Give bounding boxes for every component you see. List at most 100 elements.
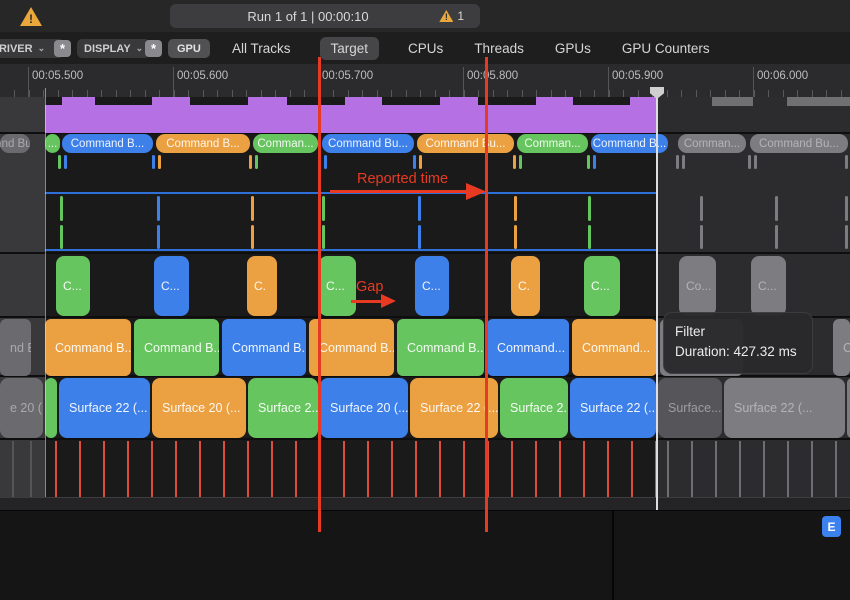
compute-block[interactable]: C... — [319, 256, 356, 316]
ruler-minor-tick — [551, 90, 552, 97]
encoder-tick-bottom — [157, 225, 160, 249]
encoder-tick-top — [700, 196, 703, 221]
track-tabs: All Tracks Target CPUs Threads GPUs GPU Count… — [230, 32, 712, 64]
driver-star-button[interactable]: * — [54, 40, 71, 57]
e-filter-badge[interactable]: E — [822, 516, 841, 537]
compute-block[interactable]: C... — [154, 256, 189, 316]
vsync-tick — [103, 441, 105, 497]
ruler-minor-tick — [667, 90, 668, 97]
command-buffer-block[interactable]: Command Bu... — [417, 134, 514, 153]
command-block[interactable]: Command B... — [309, 319, 394, 376]
time-ruler[interactable]: 00:05.50000:05.60000:05.70000:05.80000:0… — [0, 64, 850, 98]
command-buffer-boundary-tick — [513, 155, 516, 169]
compute-block[interactable]: Co... — [679, 256, 716, 316]
ruler-time-label: 00:05.500 — [32, 70, 83, 82]
command-buffer-block[interactable]: Command Bu... — [322, 134, 414, 153]
command-block[interactable]: Command... — [487, 319, 569, 376]
command-buffer-boundary-tick — [748, 155, 751, 169]
ruler-minor-tick — [275, 90, 276, 97]
vsync-tick-dimmed — [739, 441, 741, 497]
compute-block[interactable]: C... — [415, 256, 449, 316]
command-buffer-boundary-tick — [754, 155, 757, 169]
surface-block[interactable]: Surface 20 (... — [152, 378, 246, 438]
command-buffer-block[interactable]: Comman... — [678, 134, 746, 153]
command-buffer-boundary-tick — [413, 155, 416, 169]
vsync-tick-dimmed — [691, 441, 693, 497]
command-block[interactable]: Command... — [572, 319, 657, 376]
surface-block[interactable]: Surface 20 (... — [320, 378, 408, 438]
display-dropdown[interactable]: DISPLAY ⌄ — [77, 39, 150, 58]
command-block[interactable]: Command B... — [134, 319, 219, 376]
vsync-tick-dimmed — [787, 441, 789, 497]
command-buffer-boundary-tick — [676, 155, 679, 169]
display-star-button[interactable]: * — [145, 40, 162, 57]
compute-block[interactable]: C... — [56, 256, 90, 316]
command-buffer-block[interactable]: Comman... — [253, 134, 318, 153]
command-buffer-block[interactable]: Comman... — [517, 134, 588, 153]
warning-icon: ! — [439, 10, 453, 22]
command-block[interactable]: Command B... — [45, 319, 131, 376]
warning-count-badge[interactable]: ! 1 — [439, 9, 464, 23]
command-buffer-block[interactable]: ... — [45, 134, 60, 153]
command-block[interactable]: Co... — [833, 319, 850, 376]
ruler-minor-tick — [435, 90, 436, 97]
surface-block[interactable]: Surface 22 (... — [724, 378, 845, 438]
command-buffer-block[interactable]: Command Bu... — [750, 134, 848, 153]
vsync-tick — [151, 441, 153, 497]
surface-block[interactable] — [45, 378, 57, 438]
surface-block[interactable]: Surface... — [658, 378, 722, 438]
vsync-tick — [343, 441, 345, 497]
ruler-minor-tick — [768, 90, 769, 97]
filter-tooltip-duration: Duration: 427.32 ms — [675, 342, 801, 362]
command-buffer-block[interactable]: Command B... — [62, 134, 153, 153]
surface-block[interactable]: Surface 22 (... — [59, 378, 150, 438]
ruler-minor-tick — [725, 90, 726, 97]
tab-threads[interactable]: Threads — [472, 37, 526, 60]
vsync-tick — [175, 441, 177, 497]
encoder-tick-bottom — [251, 225, 254, 249]
encoder-track-bottom-border — [45, 249, 657, 251]
compute-block[interactable]: C. — [511, 256, 540, 316]
ruler-minor-tick — [304, 90, 305, 97]
gap-annotation: Gap — [356, 279, 383, 295]
surface-block[interactable]: Surface 2... — [248, 378, 318, 438]
horizontal-scroll-strip[interactable] — [0, 497, 850, 511]
tab-gpus[interactable]: GPUs — [553, 37, 593, 60]
gpu-filter-button[interactable]: GPU — [168, 39, 210, 58]
command-buffer-boundary-tick — [249, 155, 252, 169]
ruler-minor-tick — [522, 90, 523, 97]
command-block[interactable]: Command B... — [397, 319, 484, 376]
run-status-pill[interactable]: Run 1 of 1 | 00:00:10 ! 1 — [170, 4, 480, 28]
command-buffer-block[interactable]: hand Bu... — [0, 134, 30, 153]
command-block[interactable]: nd B... — [0, 319, 31, 376]
ruler-minor-tick — [493, 90, 494, 97]
encoder-tick-top — [418, 196, 421, 221]
ruler-minor-tick — [841, 90, 842, 97]
tab-gpu-counters[interactable]: GPU Counters — [620, 37, 712, 60]
ruler-minor-tick — [478, 90, 479, 97]
tab-all-tracks[interactable]: All Tracks — [230, 37, 293, 60]
ruler-minor-tick — [536, 90, 537, 97]
compute-block[interactable]: C. — [247, 256, 277, 316]
playhead-line[interactable] — [656, 88, 658, 510]
ruler-minor-tick — [261, 90, 262, 97]
panel-divider[interactable] — [612, 510, 614, 600]
display-track-gray-bar — [787, 97, 850, 106]
compute-block[interactable]: C... — [584, 256, 620, 316]
encoder-tick-top — [845, 196, 848, 221]
encoder-tick-bottom — [60, 225, 63, 249]
command-block[interactable]: Command B... — [222, 319, 306, 376]
command-buffer-block[interactable]: Command B... — [156, 134, 250, 153]
vsync-tick-dimmed — [835, 441, 837, 497]
surface-block[interactable]: e 20 (... — [0, 378, 43, 438]
command-buffer-boundary-tick — [152, 155, 155, 169]
compute-block[interactable]: C... — [751, 256, 786, 316]
tab-cpus[interactable]: CPUs — [406, 37, 445, 60]
surface-block[interactable]: Surface 22 (... — [570, 378, 656, 438]
warning-icon[interactable]: ! — [20, 7, 42, 26]
surface-block[interactable]: Surface 2... — [500, 378, 568, 438]
tab-target[interactable]: Target — [320, 37, 380, 60]
command-buffer-boundary-tick — [58, 155, 61, 169]
vsync-tick-dimmed — [30, 441, 32, 497]
encoder-tick-top — [322, 196, 325, 221]
